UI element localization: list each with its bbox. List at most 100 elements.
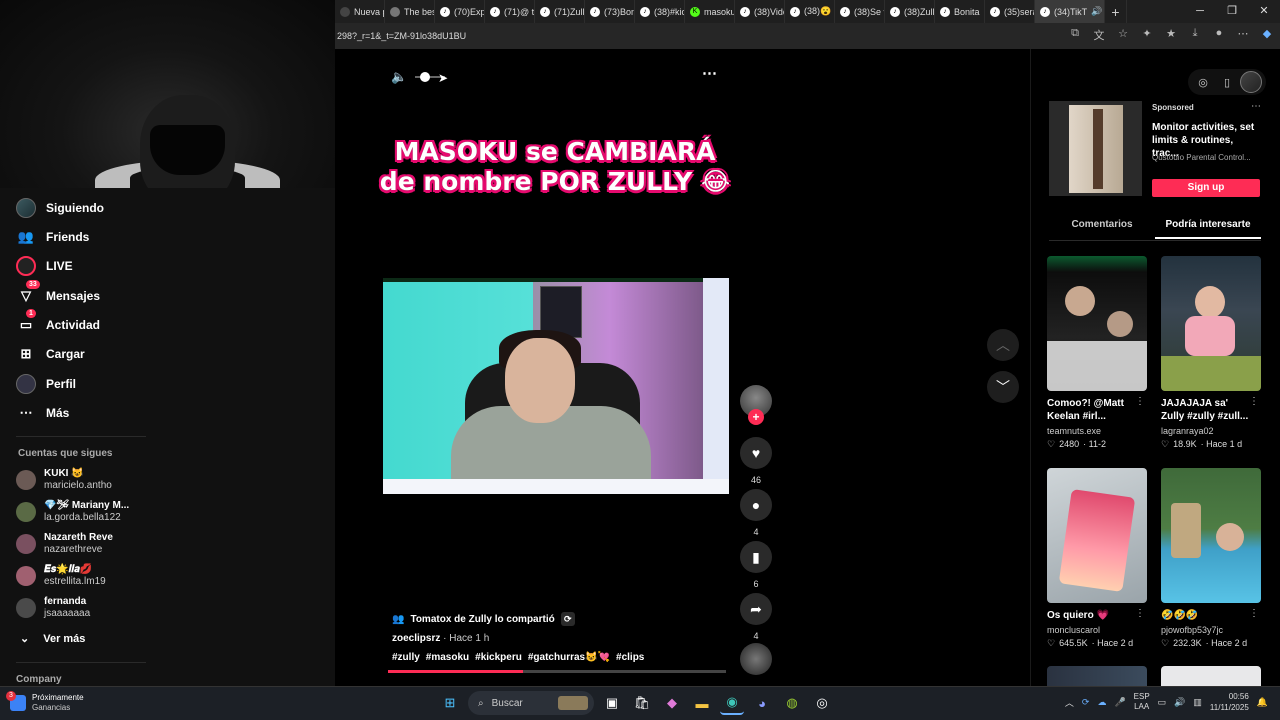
video-author[interactable]: zoeclipsrz · Hace 1 h <box>392 633 489 644</box>
card-options-icon[interactable]: ⋮ <box>1135 608 1145 619</box>
battery-icon[interactable]: ▥ <box>1193 697 1202 708</box>
card-user[interactable]: moncluscarol <box>1047 625 1147 635</box>
edge-icon[interactable]: ◉ <box>720 691 744 715</box>
card-title[interactable]: JAJAJAJA sa' Zully #zully #zull... <box>1161 397 1251 423</box>
nav-live[interactable]: LIVE <box>16 256 73 276</box>
favorite-star-icon[interactable]: ☆ <box>1116 27 1130 43</box>
nav-friends[interactable]: 👥 Friends <box>16 227 89 247</box>
video-thumbnail[interactable] <box>1047 256 1147 391</box>
browser-tab[interactable]: ♪ (38)Se v <box>835 0 885 23</box>
notifications-icon[interactable]: 🔔 <box>1257 697 1268 708</box>
previous-video-button[interactable]: ︿ <box>987 329 1019 361</box>
followed-account[interactable]: fernanda jsaaaaaaa <box>16 596 90 620</box>
browser-tab[interactable]: ♪ (38)#kick <box>635 0 685 23</box>
taskbar-search[interactable]: ⌕ Buscar <box>468 691 594 715</box>
video-thumbnail[interactable] <box>1161 666 1261 686</box>
volume-icon[interactable]: 🔊 <box>1174 697 1185 708</box>
file-explorer-icon[interactable]: ▬ <box>690 691 714 715</box>
comment-icon[interactable]: ● <box>740 489 772 521</box>
copilot-icon[interactable]: ◆ <box>1260 27 1274 43</box>
followed-account[interactable]: Nazareth Reve nazarethreve <box>16 532 113 556</box>
browser-tab-active[interactable]: ♪(34)TikT🔊✕ <box>1035 0 1105 23</box>
repost-icon[interactable]: ⟳ <box>560 612 575 626</box>
video-thumbnail[interactable] <box>1047 468 1147 603</box>
see-more-button[interactable]: ⌄ Ver más <box>20 632 85 646</box>
company-link[interactable]: Company <box>16 674 62 685</box>
onedrive-icon[interactable]: ☁ <box>1097 697 1106 708</box>
card-user[interactable]: teamnuts.exe <box>1047 426 1147 436</box>
copilot-app-icon[interactable]: ◆ <box>660 691 684 715</box>
maximize-icon[interactable]: ❐ <box>1216 0 1248 23</box>
hashtag[interactable]: #masoku <box>426 652 469 663</box>
browser-tab[interactable]: ♪ (70)Expl <box>435 0 485 23</box>
app-icon[interactable]: ◍ <box>780 691 804 715</box>
hashtag[interactable]: #zully <box>392 652 420 663</box>
profile-avatar-icon[interactable]: ● <box>1212 27 1226 43</box>
menu-dots-icon[interactable]: ⋯ <box>1236 27 1250 43</box>
followed-account[interactable]: 💎🛩 Mariany M... la.gorda.bella122 <box>16 500 129 524</box>
sound-disc-icon[interactable] <box>740 643 772 675</box>
heart-icon[interactable]: ♥ <box>740 437 772 469</box>
followed-account[interactable]: 𝑬𝒔🌟𝒍𝒍𝒂💋 estrellita.lm19 <box>16 564 106 588</box>
card-title[interactable]: Comoo?! @Matt Keelan #irl... <box>1047 397 1137 423</box>
recommended-video-card[interactable]: ⋮ Comoo?! @Matt Keelan #irl... teamnuts.… <box>1047 256 1147 450</box>
hashtag[interactable]: #clips <box>616 652 644 663</box>
recommended-video-card[interactable]: ⋮ JAJAJAJA sa' Zully #zully #zull... lag… <box>1161 256 1261 450</box>
task-view-icon[interactable]: ▣ <box>600 691 624 715</box>
new-tab-button[interactable]: + <box>1105 0 1127 23</box>
video-progress-bar[interactable] <box>388 670 726 673</box>
volume-knob[interactable] <box>420 72 431 82</box>
obs-icon[interactable]: ◎ <box>810 691 834 715</box>
hashtag[interactable]: #kickperu <box>475 652 522 663</box>
clock[interactable]: 00:56 11/11/2025 <box>1210 691 1249 713</box>
followed-account[interactable]: KUKI 😺 maricielo.antho <box>16 468 112 492</box>
browser-tab[interactable]: Kmasoku <box>685 0 735 23</box>
address-bar[interactable]: 298?_r=1&_t=ZM-91lo38dU1BU ⧉ 文 ☆ ✦ ★ ⤓ ●… <box>335 23 1280 49</box>
favorites-icon[interactable]: ★ <box>1164 27 1178 43</box>
card-options-icon[interactable]: ⋮ <box>1249 608 1259 619</box>
video-thumbnail[interactable] <box>1161 468 1261 603</box>
card-user[interactable]: lagranraya02 <box>1161 426 1261 436</box>
browser-tab[interactable]: ♪ (71)@ the <box>485 0 535 23</box>
user-avatar[interactable] <box>1240 71 1262 93</box>
tab-audio-icon[interactable]: 🔊 <box>1091 6 1102 17</box>
widgets-button[interactable]: 3 Próximamente Ganancias <box>6 691 84 713</box>
translate-icon[interactable]: 文 <box>1092 27 1106 43</box>
chevron-up-icon[interactable]: ︿ <box>1065 696 1074 709</box>
browser-tab[interactable]: ♪ Bonita <box>935 0 985 23</box>
tab-you-may-like[interactable]: Podría interesarte <box>1155 219 1261 239</box>
nav-profile[interactable]: Perfil <box>16 374 76 394</box>
more-options-icon[interactable]: ⋯ <box>702 64 718 82</box>
card-options-icon[interactable]: ⋮ <box>1249 396 1259 407</box>
browser-tab[interactable]: ♪ (38)Vide <box>735 0 785 23</box>
extensions-icon[interactable]: ✦ <box>1140 27 1154 43</box>
card-user[interactable]: pjowofbp53y7jc <box>1161 625 1261 635</box>
close-window-icon[interactable]: ✕ <box>1248 0 1280 23</box>
network-icon[interactable]: ▭ <box>1158 697 1167 708</box>
nav-upload[interactable]: ⊞ Cargar <box>16 344 85 364</box>
microphone-icon[interactable]: 🎤 <box>1114 697 1125 708</box>
card-title[interactable]: Os quiero 💗 <box>1047 609 1137 622</box>
discord-icon[interactable]: ◕ <box>750 691 774 715</box>
compass-icon[interactable]: ◎ <box>1192 71 1214 93</box>
card-title[interactable]: 🤣🤣🤣 <box>1161 609 1251 622</box>
share-button[interactable]: ➦ 4 <box>739 593 773 641</box>
recommended-video-card[interactable]: ⋮ 🤣🤣🤣 pjowofbp53y7jc ♡ 232.3K · Hace 2 d <box>1161 468 1261 649</box>
author-name[interactable]: zoeclipsrz <box>392 633 440 644</box>
sound-avatar[interactable] <box>739 643 773 675</box>
creator-avatar[interactable]: + <box>739 385 773 425</box>
ad-options-icon[interactable]: ⋯ <box>1251 101 1261 112</box>
video-thumbnail[interactable] <box>1161 256 1261 391</box>
like-button[interactable]: ♥ 46 <box>739 437 773 485</box>
speaker-icon[interactable]: 🔈 <box>391 69 407 85</box>
hashtag[interactable]: #gatchurras😺💘 <box>528 652 610 663</box>
tab-comments[interactable]: Comentarios <box>1049 219 1155 239</box>
follow-plus-icon[interactable]: + <box>748 409 764 425</box>
ad-image[interactable] <box>1049 101 1142 196</box>
nav-more[interactable]: ⋯ Más <box>16 403 70 423</box>
nav-activity[interactable]: ▭ 1 Actividad <box>16 309 100 335</box>
downloads-icon[interactable]: ⤓ <box>1188 27 1202 43</box>
card-options-icon[interactable]: ⋮ <box>1135 396 1145 407</box>
browser-tab[interactable]: ♪ (35)sera <box>985 0 1035 23</box>
bookmark-icon[interactable]: ▮ <box>740 541 772 573</box>
